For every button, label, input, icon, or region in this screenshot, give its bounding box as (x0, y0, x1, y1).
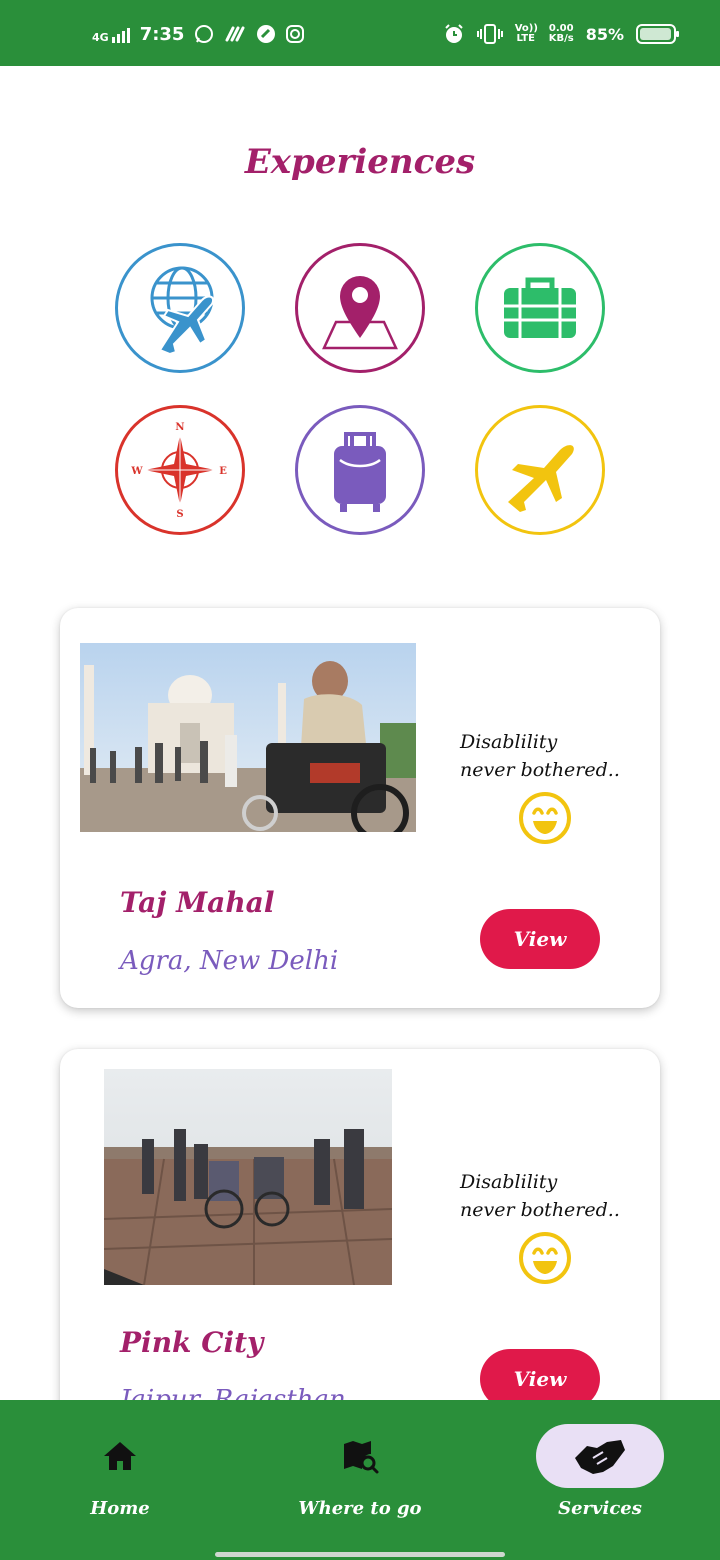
compass-e-label: E (219, 466, 227, 477)
compass-n-label: N (175, 422, 184, 433)
battery-icon (636, 24, 679, 44)
card-tagline: Disablility never bothered.. (460, 728, 620, 784)
experience-card[interactable]: Disablility never bothered.. Pink City J… (60, 1049, 660, 1449)
experience-card[interactable]: Disablility never bothered.. Taj Mahal A… (60, 608, 660, 1008)
map-pin-icon (322, 276, 398, 350)
tagline-line1: Disablility (460, 731, 558, 753)
nav-label: Where to go (298, 1498, 422, 1519)
nav-label: Services (558, 1498, 642, 1519)
card-photo (80, 643, 416, 832)
status-bar: 4G 7:35 Vo)) LTE 0.00 KB/s 85% (0, 0, 720, 66)
signal-bars-icon (111, 25, 130, 43)
clock: 7:35 (139, 23, 185, 45)
nav-icon-container (296, 1424, 424, 1488)
compass-s-label: S (176, 509, 183, 520)
view-button[interactable]: View (480, 909, 600, 969)
luggage-icon (334, 432, 386, 512)
smile-emoji-icon (519, 1232, 571, 1284)
card-tagline: Disablility never bothered.. (460, 1168, 620, 1224)
whatsapp-icon (195, 25, 214, 43)
nav-icon-container (536, 1424, 664, 1488)
nav-item-home[interactable]: Home (0, 1400, 240, 1560)
page-title: Experiences (244, 142, 476, 182)
network-speed: 0.00 KB/s (549, 24, 574, 44)
network-type: 4G (92, 31, 109, 44)
compass-icon: N S E W (130, 422, 227, 520)
tagline-line2: never bothered.. (460, 1199, 620, 1221)
category-travel[interactable] (475, 405, 605, 535)
home-icon (104, 1442, 136, 1470)
status-right: Vo)) LTE 0.00 KB/s 85% (443, 20, 680, 48)
smile-emoji-icon (519, 792, 571, 844)
globe-plane-icon (150, 266, 214, 356)
bottom-navigation: Home Where to go Services (0, 1400, 720, 1560)
app-icon (257, 25, 276, 43)
place-name: Pink City (120, 1326, 264, 1359)
place-location: Agra, New Delhi (120, 946, 339, 976)
app-icon (225, 26, 245, 42)
taj-mahal-photo (80, 643, 416, 832)
category-flights[interactable] (115, 243, 245, 373)
place-name: Taj Mahal (120, 886, 275, 919)
nav-icon-container (56, 1424, 184, 1488)
category-explore[interactable]: N S E W (115, 405, 245, 535)
airplane-icon (508, 445, 574, 512)
compass-w-label: W (130, 466, 143, 477)
tagline-line2: never bothered.. (460, 759, 620, 781)
tagline-line1: Disablility (460, 1171, 558, 1193)
map-search-icon (344, 1441, 379, 1474)
instagram-icon (286, 25, 305, 43)
nav-label: Home (90, 1498, 150, 1519)
vibrate-icon (476, 24, 503, 44)
battery-percent: 85% (585, 24, 624, 44)
nav-item-where-to-go[interactable]: Where to go (240, 1400, 480, 1560)
status-left: 4G 7:35 (92, 20, 305, 48)
card-photo (104, 1069, 392, 1285)
volte-indicator: Vo)) LTE (514, 23, 538, 44)
category-business[interactable] (475, 243, 605, 373)
signal-indicator: 4G (92, 25, 130, 43)
category-luggage[interactable] (295, 405, 425, 535)
handshake-icon (575, 1440, 625, 1474)
speed-unit: KB/s (548, 33, 574, 44)
alarm-icon (445, 24, 463, 43)
gesture-bar (215, 1552, 505, 1557)
category-locations[interactable] (295, 243, 425, 373)
volte-label: Vo)) LTE (514, 23, 538, 44)
nav-item-services[interactable]: Services (480, 1400, 720, 1560)
briefcase-icon (504, 277, 576, 338)
pink-city-photo (104, 1069, 392, 1285)
